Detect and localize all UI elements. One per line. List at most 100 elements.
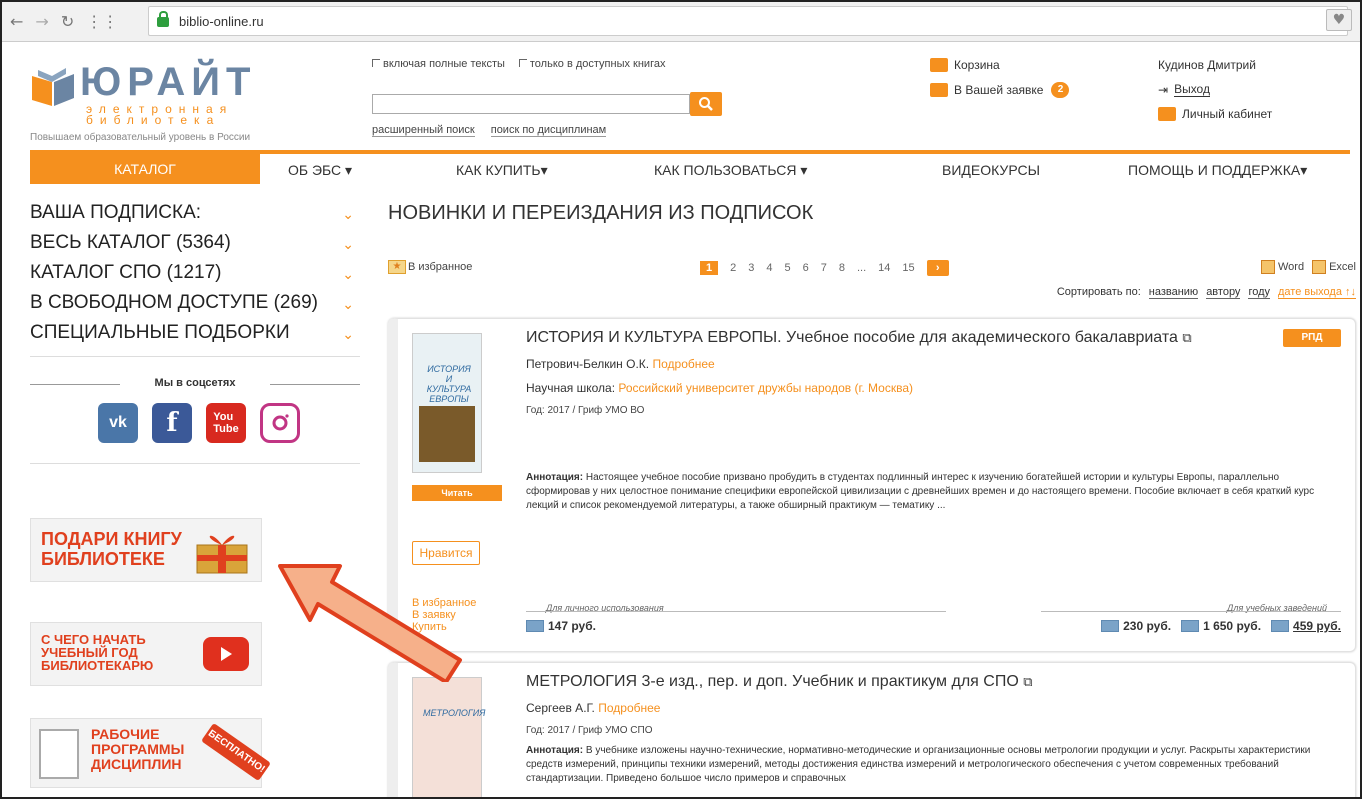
site-header: ЮРАЙТ электронная библиотека Повышаем об… bbox=[30, 58, 1350, 146]
price-option-3[interactable]: 459 руб. bbox=[1271, 619, 1341, 633]
request-link[interactable]: В Вашей заявке 2 bbox=[930, 82, 1070, 98]
like-button[interactable]: Нравится bbox=[412, 541, 480, 565]
nav-about[interactable]: ОБ ЭБС ▾ bbox=[288, 162, 352, 179]
sidebar-divider bbox=[30, 356, 360, 357]
youtube-icon[interactable]: You Tube bbox=[206, 403, 246, 443]
sidebar-divider bbox=[30, 463, 360, 464]
forward-icon[interactable]: → bbox=[35, 12, 48, 31]
book-cover[interactable]: ИСТОРИЯ И КУЛЬТУРА ЕВРОПЫ bbox=[412, 333, 482, 473]
logout-link[interactable]: ⇥ Выход bbox=[1158, 82, 1272, 97]
export-excel-button[interactable]: Excel bbox=[1312, 260, 1356, 274]
excel-icon bbox=[1312, 260, 1327, 274]
read-button[interactable]: Читать bbox=[412, 485, 502, 501]
sidebar-item-label: СПЕЦИАЛЬНЫЕ ПОДБОРКИ bbox=[30, 322, 290, 343]
book-title[interactable]: МЕТРОЛОГИЯ 3-е изд., пер. и доп. Учебник… bbox=[526, 673, 1341, 691]
sidebar-item-label: КАТАЛОГ СПО (1217) bbox=[30, 262, 222, 283]
export-word-button[interactable]: Word bbox=[1261, 260, 1304, 274]
price-icon bbox=[526, 620, 544, 632]
cart-icon bbox=[930, 58, 948, 72]
add-to-favorites-button[interactable]: ★ В избранное bbox=[388, 260, 472, 274]
address-bar[interactable]: biblio-online.ru bbox=[148, 6, 1348, 36]
book-cover[interactable]: МЕТРОЛОГИЯ bbox=[412, 677, 485, 797]
add-favorite-link[interactable]: В избранное bbox=[412, 597, 476, 609]
fulltext-checkbox[interactable]: включая полные тексты bbox=[372, 58, 505, 70]
discipline-search-link[interactable]: поиск по дисциплинам bbox=[490, 124, 607, 137]
advanced-search-link[interactable]: расширенный поиск bbox=[372, 124, 475, 137]
price-icon bbox=[1181, 620, 1200, 632]
favorites-label: В избранное bbox=[408, 261, 473, 273]
work-programs-banner[interactable]: РАБОЧИЕ ПРОГРАММЫ ДИСЦИПЛИН БЕСПЛАТНО! bbox=[30, 718, 271, 788]
nav-help[interactable]: ПОМОЩЬ И ПОДДЕРЖКА▾ bbox=[1128, 162, 1307, 179]
school-label: Научная школа: bbox=[526, 381, 616, 395]
page-3[interactable]: 3 bbox=[748, 262, 754, 274]
sidebar-item-subscription[interactable]: ВАША ПОДПИСКА: ⌄ bbox=[30, 202, 360, 224]
search-button[interactable] bbox=[690, 92, 722, 116]
export-links: Word Excel bbox=[1261, 260, 1356, 274]
facebook-icon[interactable]: f bbox=[152, 403, 192, 443]
price-option-2-value: 1 650 руб. bbox=[1203, 619, 1262, 633]
page-5[interactable]: 5 bbox=[785, 262, 791, 274]
site-logo[interactable]: ЮРАЙТ электронная библиотека Повышаем об… bbox=[30, 60, 300, 143]
nav-video-courses[interactable]: ВИДЕОКУРСЫ bbox=[942, 162, 1040, 178]
book-card: МЕТРОЛОГИЯ МЕТРОЛОГИЯ 3-е изд., пер. и д… bbox=[388, 662, 1356, 797]
page-15[interactable]: 15 bbox=[902, 262, 914, 274]
search-area: включая полные тексты только в доступных… bbox=[372, 58, 752, 137]
cart-link[interactable]: Корзина bbox=[930, 58, 1069, 72]
sidebar-item-special[interactable]: СПЕЦИАЛЬНЫЕ ПОДБОРКИ ⌄ bbox=[30, 322, 360, 344]
sidebar-item-free-access[interactable]: В СВОБОДНОМ ДОСТУПЕ (269) ⌄ bbox=[30, 292, 360, 314]
copy-icon[interactable]: ⧉ bbox=[1182, 330, 1191, 345]
nav-how-to-use[interactable]: КАК ПОЛЬЗОВАТЬСЯ ▾ bbox=[654, 162, 807, 179]
nav-catalog[interactable]: КАТАЛОГ bbox=[30, 154, 260, 184]
sort-arrows-icon: ↑↓ bbox=[1345, 286, 1356, 298]
page-2[interactable]: 2 bbox=[730, 262, 736, 274]
copy-icon[interactable]: ⧉ bbox=[1023, 674, 1032, 689]
sidebar-item-spo-catalog[interactable]: КАТАЛОГ СПО (1217) ⌄ bbox=[30, 262, 360, 284]
page-1[interactable]: 1 bbox=[700, 261, 719, 275]
sort-by-date[interactable]: дате выхода ↑↓ bbox=[1278, 286, 1356, 299]
rpd-badge[interactable]: РПД bbox=[1283, 329, 1341, 347]
page-4[interactable]: 4 bbox=[766, 262, 772, 274]
price-option-2[interactable]: 1 650 руб. bbox=[1181, 619, 1261, 633]
apps-icon[interactable]: ⋮⋮ bbox=[86, 12, 118, 31]
sort-by-title[interactable]: названию bbox=[1148, 286, 1199, 299]
price-personal[interactable]: 147 руб. bbox=[526, 619, 596, 633]
more-link[interactable]: Подробнее bbox=[598, 701, 660, 715]
sidebar-item-full-catalog[interactable]: ВЕСЬ КАТАЛОГ (5364) ⌄ bbox=[30, 232, 360, 254]
school-link[interactable]: Российский университет дружбы народов (г… bbox=[618, 381, 913, 395]
page-14[interactable]: 14 bbox=[878, 262, 890, 274]
cabinet-link[interactable]: Личный кабинет bbox=[1158, 107, 1272, 121]
gift-box-icon bbox=[196, 535, 248, 574]
instagram-icon[interactable] bbox=[260, 403, 300, 443]
book-annotation: Аннотация: Настоящее учебное пособие при… bbox=[526, 471, 1341, 513]
next-page-icon[interactable]: › bbox=[926, 260, 949, 276]
annotation-text: В учебнике изложены научно-технические, … bbox=[526, 745, 1311, 784]
back-icon[interactable]: ← bbox=[10, 12, 23, 31]
nav-how-to-buy[interactable]: КАК КУПИТЬ▾ bbox=[456, 162, 548, 179]
gift-book-banner[interactable]: ПОДАРИ КНИГУ БИБЛИОТЕКЕ bbox=[30, 518, 262, 582]
page-7[interactable]: 7 bbox=[821, 262, 827, 274]
sort-by-year[interactable]: году bbox=[1248, 286, 1271, 299]
search-input[interactable] bbox=[372, 94, 690, 114]
page-ellipsis: ... bbox=[857, 262, 867, 274]
page-6[interactable]: 6 bbox=[803, 262, 809, 274]
request-icon bbox=[930, 83, 948, 97]
cover-illustration bbox=[419, 406, 475, 462]
cart-label: Корзина bbox=[954, 58, 1000, 72]
bookmark-heart-icon[interactable]: ♥ bbox=[1326, 9, 1352, 31]
pagination: 1 2 3 4 5 6 7 8 ... 14 15 › bbox=[700, 260, 949, 276]
vk-icon[interactable]: vk bbox=[98, 403, 138, 443]
available-checkbox[interactable]: только в доступных книгах bbox=[518, 58, 665, 70]
export-excel-label: Excel bbox=[1329, 261, 1356, 273]
price-icon bbox=[1101, 620, 1120, 632]
price-icon bbox=[1271, 620, 1290, 632]
page-8[interactable]: 8 bbox=[839, 262, 845, 274]
add-request-link[interactable]: В заявку bbox=[412, 609, 476, 621]
reload-icon[interactable]: ↻ bbox=[61, 12, 74, 31]
book-title[interactable]: ИСТОРИЯ И КУЛЬТУРА ЕВРОПЫ. Учебное пособ… bbox=[526, 329, 1265, 347]
buy-link[interactable]: Купить bbox=[412, 621, 476, 633]
price-option-1[interactable]: 230 руб. bbox=[1101, 619, 1171, 633]
more-link[interactable]: Подробнее bbox=[652, 357, 714, 371]
sort-by-author[interactable]: автору bbox=[1206, 286, 1241, 299]
librarian-start-banner[interactable]: С ЧЕГО НАЧАТЬ УЧЕБНЫЙ ГОД БИБЛИОТЕКАРЮ bbox=[30, 622, 262, 686]
librarian-start-banner-text: С ЧЕГО НАЧАТЬ УЧЕБНЫЙ ГОД БИБЛИОТЕКАРЮ bbox=[41, 632, 154, 673]
